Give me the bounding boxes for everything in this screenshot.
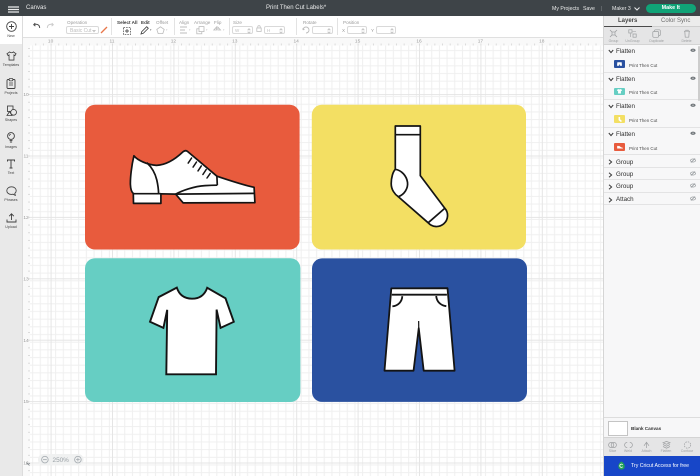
- svg-text:16: 16: [23, 461, 29, 467]
- svg-text:14: 14: [294, 39, 300, 45]
- svg-text:18: 18: [539, 39, 545, 45]
- svg-text:13: 13: [23, 276, 29, 282]
- svg-text:17: 17: [478, 39, 484, 45]
- svg-text:16: 16: [416, 39, 422, 45]
- svg-text:15: 15: [355, 39, 361, 45]
- svg-text:10: 10: [48, 39, 54, 45]
- svg-text:10: 10: [23, 92, 29, 98]
- svg-text:250%: 250%: [53, 457, 70, 464]
- svg-text:11: 11: [24, 154, 29, 160]
- svg-text:13: 13: [232, 39, 238, 45]
- svg-text:12: 12: [171, 39, 177, 45]
- svg-text:15: 15: [23, 399, 29, 405]
- svg-text:11: 11: [110, 39, 115, 45]
- svg-text:14: 14: [23, 338, 29, 344]
- svg-text:12: 12: [23, 215, 29, 221]
